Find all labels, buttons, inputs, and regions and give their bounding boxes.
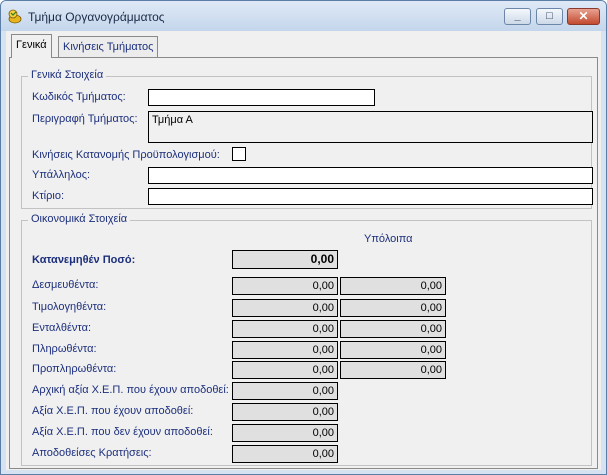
code-input[interactable] (148, 89, 375, 106)
minimize-icon: _ (514, 10, 521, 22)
close-button[interactable]: ✕ (567, 8, 600, 25)
invoiced-value[interactable]: 0,00 (232, 299, 338, 317)
maximize-button[interactable]: □ (536, 8, 563, 25)
xep-unpaid-value[interactable]: 0,00 (232, 424, 338, 442)
code-label: Κωδικός Τμήματος: (32, 91, 126, 103)
committed-label: Δεσμευθέντα: (32, 279, 99, 291)
employee-input[interactable] (148, 167, 593, 184)
ordered-label: Ενταλθέντα: (32, 322, 92, 334)
paid-withholdings-value[interactable]: 0,00 (232, 445, 338, 463)
description-field[interactable]: Τμήμα Α (148, 111, 593, 143)
xep-paid-value[interactable]: 0,00 (232, 403, 338, 421)
general-data-group: Γενικά Στοιχεία Κωδικός Τμήματος: Περιγρ… (21, 69, 593, 209)
prepaid-value[interactable]: 0,00 (232, 361, 338, 379)
xep-unpaid-label: Αξία Χ.Ε.Π. που δεν έχουν αποδοθεί: (32, 426, 213, 438)
initial-xep-paid-value[interactable]: 0,00 (232, 382, 338, 400)
allocated-amount-label: Κατανεμηθέν Ποσό: (32, 254, 136, 266)
maximize-icon: □ (546, 10, 553, 22)
employee-label: Υπάλληλος: (32, 169, 91, 181)
close-icon: ✕ (578, 9, 589, 23)
title-bar[interactable]: Τμήμα Οργανογράμματος _ □ ✕ (1, 1, 606, 31)
financial-data-group: Οικονομικά Στοιχεία Υπόλοιπα Κατανεμηθέν… (21, 213, 592, 466)
budget-allocation-checkbox[interactable] (232, 147, 246, 161)
initial-xep-paid-label: Αρχική αξία Χ.Ε.Π. που έχουν αποδοθεί: (32, 384, 229, 396)
allocated-amount-value[interactable]: 0,00 (232, 250, 338, 269)
building-input[interactable] (148, 188, 593, 205)
invoiced-label: Τιμολογηθέντα: (32, 301, 107, 313)
tab-department-movements[interactable]: Κινήσεις Τμήματος (58, 36, 159, 57)
ordered-value[interactable]: 0,00 (232, 320, 338, 338)
description-label: Περιγραφή Τμήματος: (32, 113, 138, 125)
paid-balance[interactable]: 0,00 (340, 341, 446, 359)
balances-header: Υπόλοιπα (364, 233, 413, 245)
window-title: Τμήμα Οργανογράμματος (28, 10, 165, 24)
paid-withholdings-label: Αποδοθείσες Κρατήσεις: (32, 447, 152, 459)
paid-value[interactable]: 0,00 (232, 341, 338, 359)
main-window: Τμήμα Οργανογράμματος _ □ ✕ Γενικά Κινήσ… (0, 0, 607, 475)
paid-label: Πληρωθέντα: (32, 343, 97, 355)
invoiced-balance[interactable]: 0,00 (340, 299, 446, 317)
ordered-balance[interactable]: 0,00 (340, 320, 446, 338)
committed-value[interactable]: 0,00 (232, 277, 338, 295)
budget-allocation-label: Κινήσεις Κατανομής Προϋπολογισμού: (32, 149, 220, 161)
tab-general[interactable]: Γενικά (11, 34, 52, 58)
building-label: Κτίριο: (32, 190, 65, 202)
tab-panel: Γενικά Στοιχεία Κωδικός Τμήματος: Περιγρ… (9, 57, 598, 469)
minimize-button[interactable]: _ (504, 8, 531, 25)
financial-data-legend: Οικονομικά Στοιχεία (28, 213, 131, 225)
client-area: Γενικά Κινήσεις Τμήματος Γενικά Στοιχεία… (6, 31, 601, 470)
app-icon (8, 9, 22, 24)
committed-balance[interactable]: 0,00 (340, 277, 446, 295)
prepaid-label: Προπληρωθέντα: (32, 363, 117, 375)
general-data-legend: Γενικά Στοιχεία (28, 69, 107, 81)
prepaid-balance[interactable]: 0,00 (340, 361, 446, 379)
xep-paid-label: Αξία Χ.Ε.Π. που έχουν αποδοθεί: (32, 405, 194, 417)
